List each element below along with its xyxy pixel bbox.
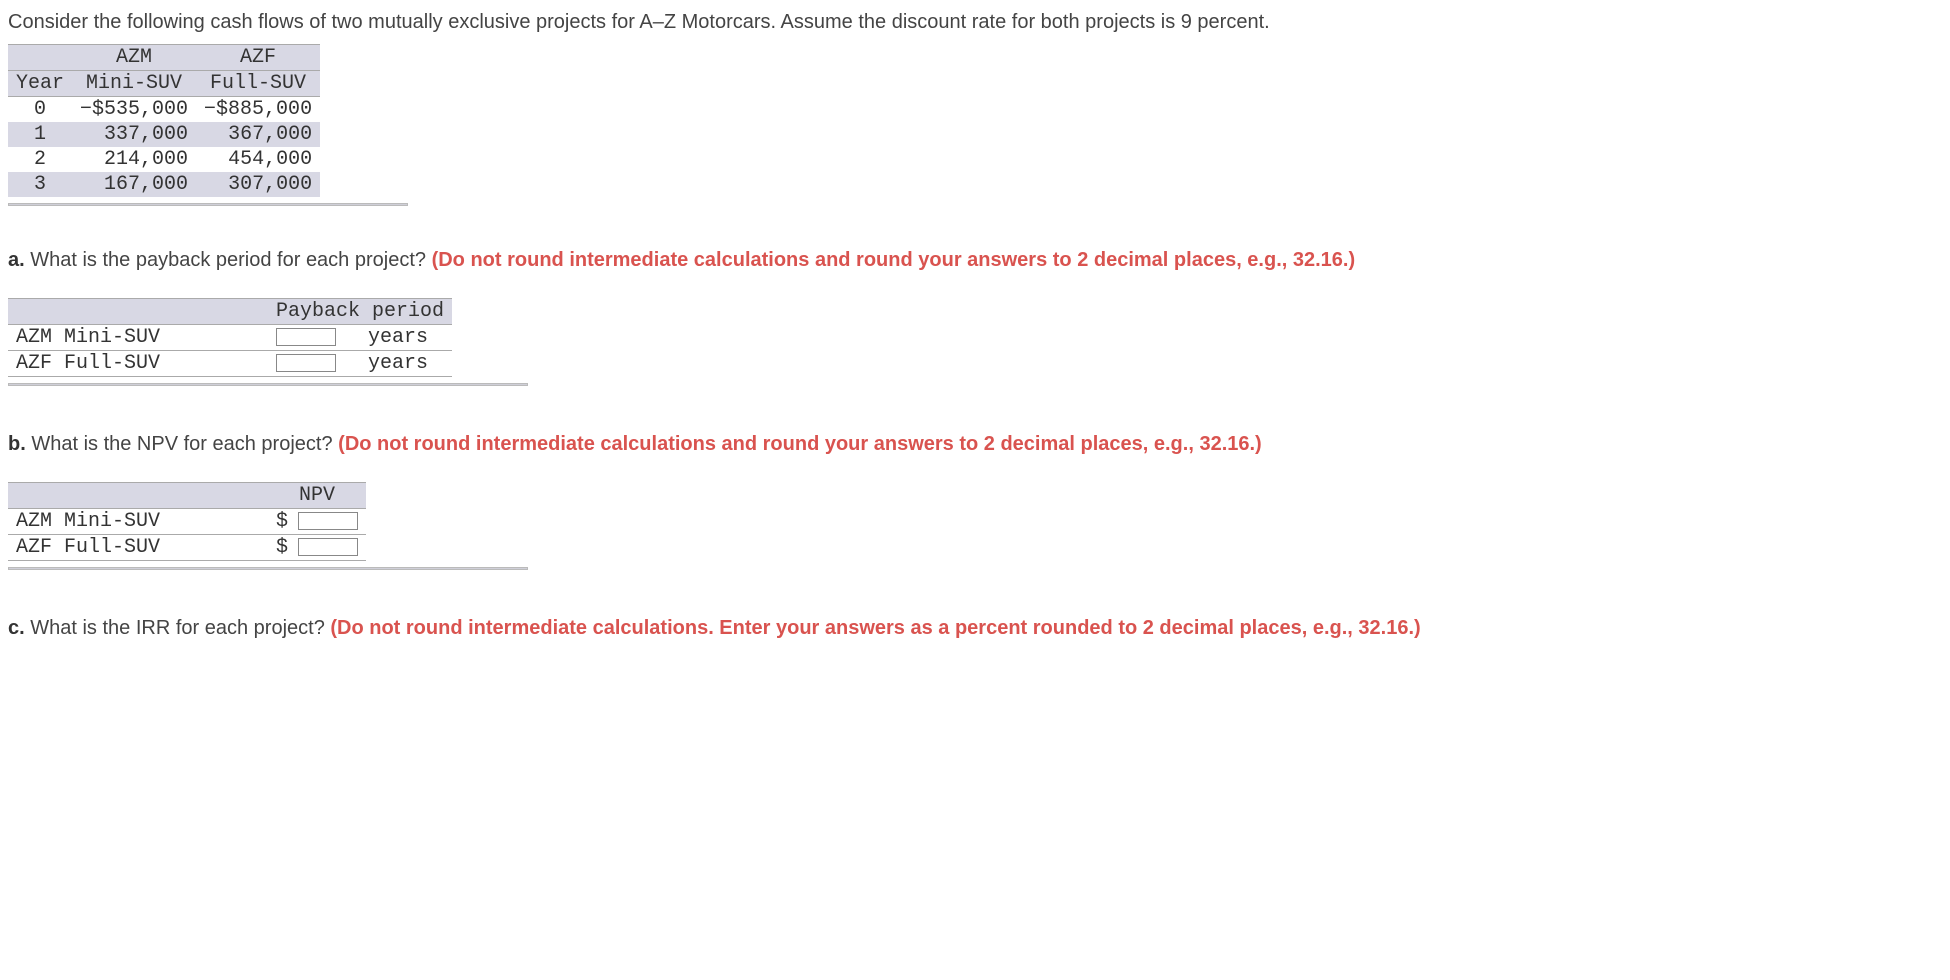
table-row: 2 214,000 454,000 (8, 147, 320, 172)
payback-header: Payback period (268, 299, 452, 325)
cell-value: 337,000 (72, 122, 196, 147)
cell-year: 1 (8, 122, 72, 147)
col-header-azm-top: AZM (72, 45, 196, 71)
col-header-azf-bot: Full-SUV (196, 71, 320, 97)
unit-label: years (360, 351, 452, 377)
part-hint: (Do not round intermediate calculations.… (330, 617, 1420, 639)
npv-header: NPV (268, 483, 366, 509)
currency-symbol: $ (268, 535, 290, 561)
part-label: c. (8, 617, 25, 639)
payback-input-azf[interactable] (276, 354, 336, 372)
part-text: What is the NPV for each project? (26, 433, 338, 455)
question-b: b. What is the NPV for each project? (Do… (8, 430, 1942, 458)
part-label: a. (8, 249, 25, 271)
cell-value: 307,000 (196, 172, 320, 197)
currency-symbol: $ (268, 509, 290, 535)
npv-table: NPV AZM Mini-SUV $ AZF Full-SUV $ (8, 482, 366, 561)
table-row: AZM Mini-SUV $ (8, 509, 366, 535)
cell-value: 367,000 (196, 122, 320, 147)
cell-value: 167,000 (72, 172, 196, 197)
cell-value: 214,000 (72, 147, 196, 172)
row-label: AZF Full-SUV (8, 351, 268, 377)
cell-value: −$885,000 (196, 97, 320, 123)
col-header-year: Year (8, 71, 72, 97)
section-rule (8, 383, 528, 386)
part-label: b. (8, 433, 26, 455)
cell-value: −$535,000 (72, 97, 196, 123)
table-row: AZF Full-SUV years (8, 351, 452, 377)
npv-input-azf[interactable] (298, 538, 358, 556)
intro-paragraph: Consider the following cash flows of two… (8, 8, 1942, 36)
table-bottom-rule (8, 203, 408, 206)
table-row: 3 167,000 307,000 (8, 172, 320, 197)
cell-year: 2 (8, 147, 72, 172)
table-row: 1 337,000 367,000 (8, 122, 320, 147)
payback-input-azm[interactable] (276, 328, 336, 346)
part-hint: (Do not round intermediate calculations … (432, 249, 1356, 271)
part-text: What is the IRR for each project? (25, 617, 331, 639)
cell-year: 3 (8, 172, 72, 197)
part-hint: (Do not round intermediate calculations … (338, 433, 1262, 455)
cell-value: 454,000 (196, 147, 320, 172)
col-header-azm-bot: Mini-SUV (72, 71, 196, 97)
row-label: AZF Full-SUV (8, 535, 268, 561)
row-label: AZM Mini-SUV (8, 325, 268, 351)
row-label: AZM Mini-SUV (8, 509, 268, 535)
cash-flow-table: AZM AZF Year Mini-SUV Full-SUV 0 −$535,0… (8, 44, 320, 197)
table-row: AZF Full-SUV $ (8, 535, 366, 561)
part-text: What is the payback period for each proj… (25, 249, 432, 271)
table-row: 0 −$535,000 −$885,000 (8, 97, 320, 123)
section-rule (8, 567, 528, 570)
cell-year: 0 (8, 97, 72, 123)
table-row: AZM Mini-SUV years (8, 325, 452, 351)
question-a: a. What is the payback period for each p… (8, 246, 1942, 274)
question-c: c. What is the IRR for each project? (Do… (8, 614, 1942, 642)
payback-table: Payback period AZM Mini-SUV years AZF Fu… (8, 298, 452, 377)
npv-input-azm[interactable] (298, 512, 358, 530)
col-header-azf-top: AZF (196, 45, 320, 71)
unit-label: years (360, 325, 452, 351)
